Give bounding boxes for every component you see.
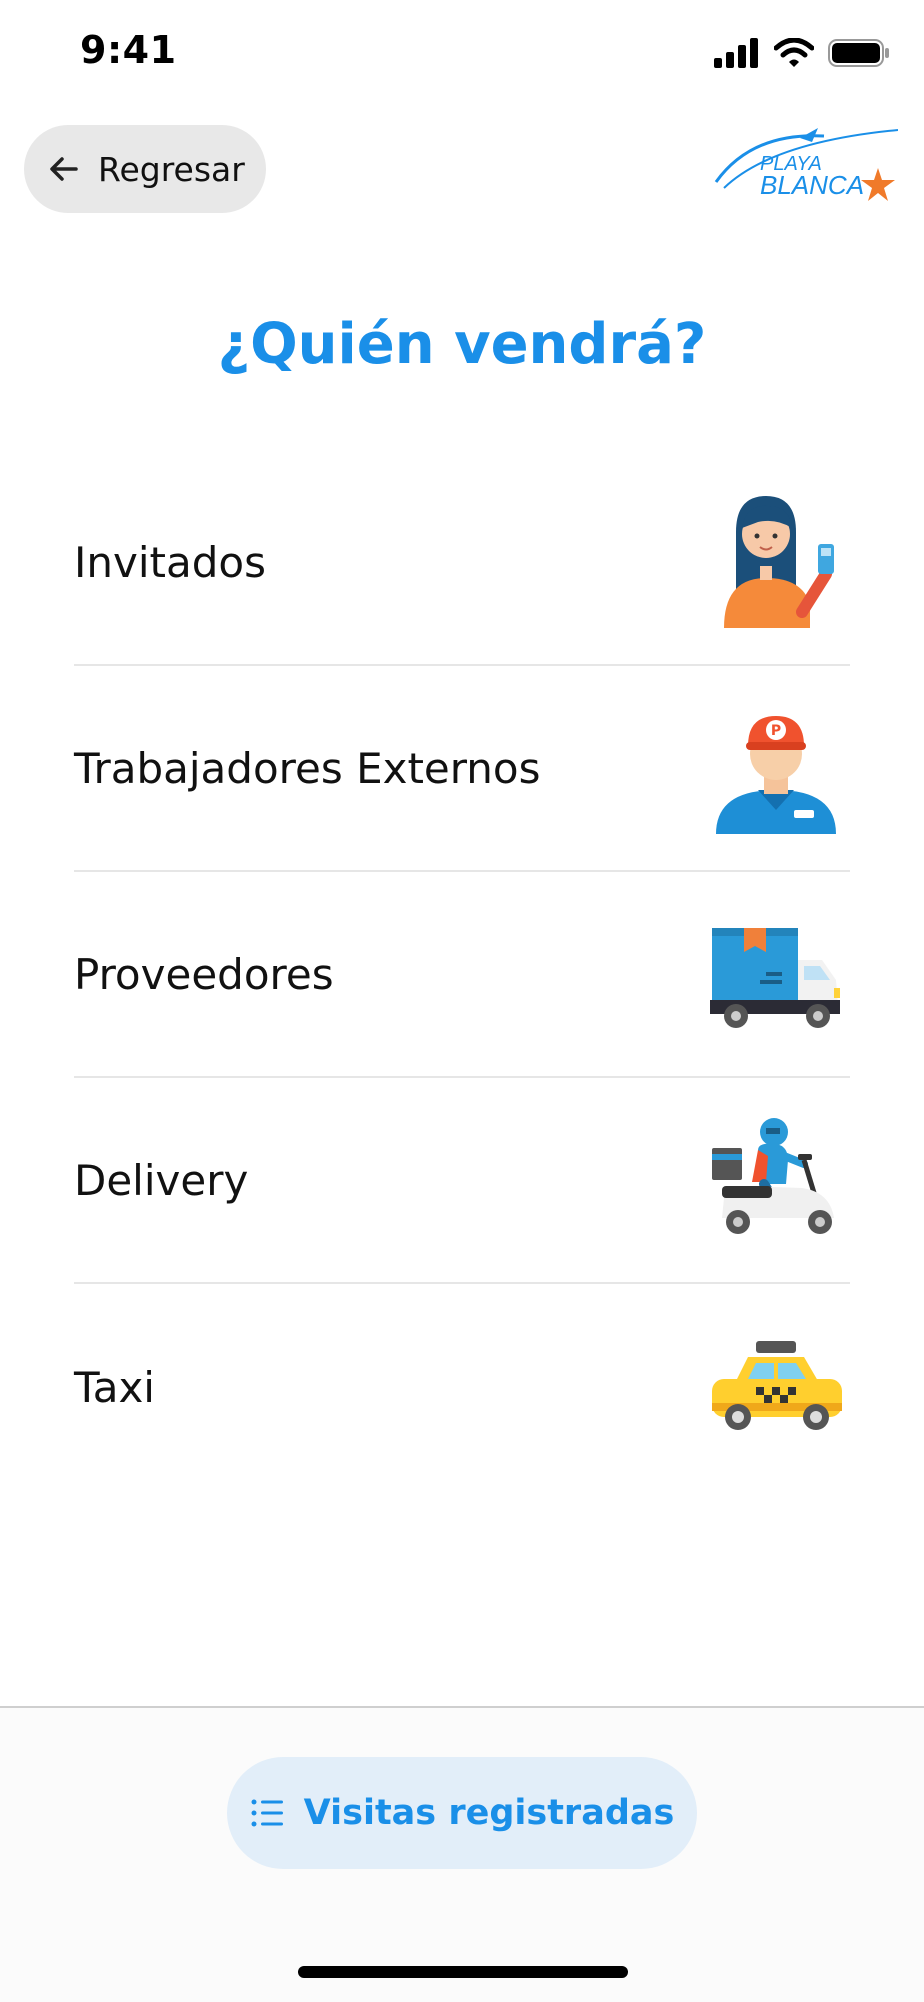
- battery-icon: [828, 39, 889, 67]
- status-bar: 9:41: [0, 0, 924, 110]
- home-indicator[interactable]: [298, 1966, 628, 1978]
- option-label: Invitados: [74, 537, 266, 587]
- worker-icon: P: [716, 716, 836, 834]
- back-button[interactable]: Regresar: [24, 125, 266, 213]
- delivery-truck-icon: [710, 928, 840, 1028]
- option-trabajadores-externos[interactable]: Trabajadores Externos P: [74, 666, 850, 872]
- status-icons: [714, 38, 890, 68]
- visitor-type-list: Invitados Trabajadores Externos P Provee…: [74, 460, 850, 1490]
- page-title: ¿Quién vendrá?: [217, 312, 707, 377]
- arrow-left-icon: [50, 157, 78, 181]
- svg-text:BLANCA: BLANCA: [760, 170, 864, 200]
- back-button-label: Regresar: [98, 149, 245, 189]
- guest-icon: [724, 496, 834, 628]
- list-icon: [251, 1799, 283, 1827]
- option-label: Taxi: [74, 1362, 155, 1412]
- taxi-icon: [712, 1341, 842, 1430]
- registered-visits-label: Visitas registradas: [303, 1793, 675, 1833]
- registered-visits-button[interactable]: Visitas registradas: [227, 1757, 697, 1869]
- option-label: Proveedores: [74, 949, 334, 999]
- option-delivery[interactable]: Delivery: [74, 1078, 850, 1284]
- option-label: Delivery: [74, 1155, 249, 1205]
- cellular-signal-icon: [714, 38, 758, 68]
- status-time: 9:41: [80, 28, 177, 72]
- playa-blanca-logo: PLAYA BLANCA: [714, 128, 898, 201]
- option-label: Trabajadores Externos: [74, 743, 541, 793]
- option-proveedores[interactable]: Proveedores: [74, 872, 850, 1078]
- option-taxi[interactable]: Taxi: [74, 1284, 850, 1490]
- option-invitados[interactable]: Invitados: [74, 460, 850, 666]
- scooter-courier-icon: [712, 1118, 834, 1234]
- wifi-icon: [774, 38, 814, 67]
- svg-text:P: P: [771, 723, 781, 739]
